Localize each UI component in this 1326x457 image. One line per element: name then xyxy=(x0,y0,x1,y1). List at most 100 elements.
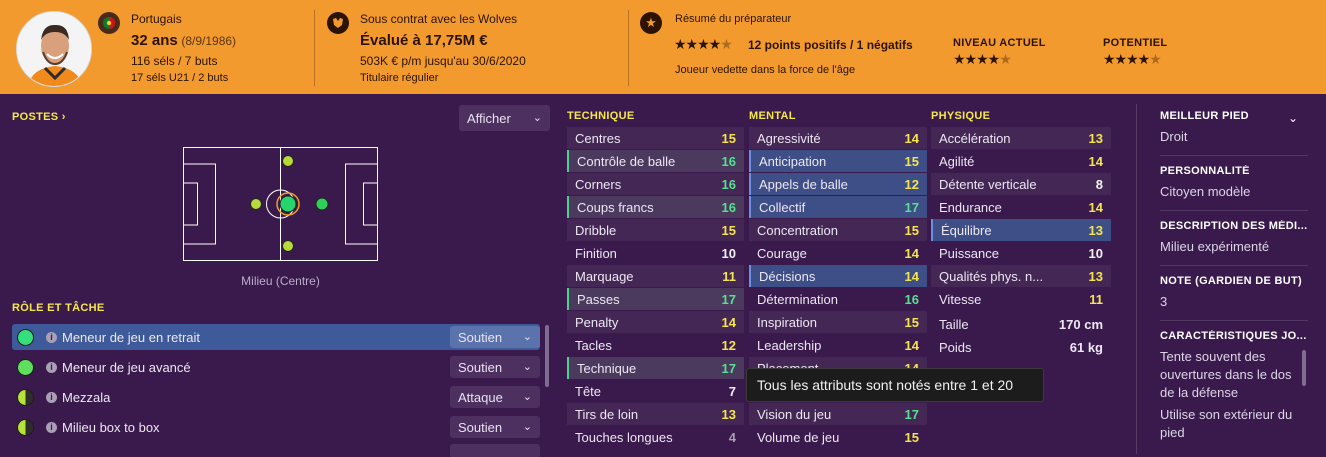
attribute-value: 10 xyxy=(721,245,736,261)
attribute-name: Vitesse xyxy=(939,291,982,307)
attribute-row[interactable]: Appels de balle 12 xyxy=(749,173,927,195)
age-line: 32 ans (8/9/1986) xyxy=(131,32,236,51)
international-caps: 116 séls / 7 buts xyxy=(131,54,218,68)
positions-title-text: POSTES xyxy=(12,111,59,123)
attribute-row[interactable]: Détermination 16 xyxy=(749,288,927,310)
attribute-row[interactable]: Passes 17 xyxy=(567,288,744,310)
role-row[interactable]: i Milieu box to box Soutien ⌄ xyxy=(12,414,540,440)
info-icon[interactable]: i xyxy=(46,361,57,373)
info-icon[interactable]: i xyxy=(46,331,57,343)
attribute-row[interactable]: Tacles 12 xyxy=(567,334,744,356)
attribute-row[interactable]: Détente verticale 8 xyxy=(931,173,1111,195)
role-row[interactable]: i Mezzala Attaque ⌄ xyxy=(12,384,540,410)
attribute-row[interactable]: Coups francs 16 xyxy=(567,196,744,218)
chevron-down-icon[interactable]: ⌄ xyxy=(1288,111,1298,125)
attribute-row[interactable]: Touches longues 4 xyxy=(567,426,744,448)
attribute-value: 8 xyxy=(1095,176,1103,192)
role-rating-dot xyxy=(17,358,34,376)
attribute-row[interactable]: Vitesse 11 xyxy=(931,288,1111,310)
attribute-row[interactable]: Technique 17 xyxy=(567,357,744,379)
report-summary[interactable]: 12 points positifs / 1 négatifs xyxy=(748,38,913,53)
attribute-row[interactable]: Agressivité 14 xyxy=(749,127,927,149)
technique-title: TECHNIQUE xyxy=(567,110,635,122)
attribute-value: 14 xyxy=(904,337,919,353)
attribute-row[interactable]: Contrôle de balle 16 xyxy=(567,150,744,172)
best-foot-block: MEILLEUR PIED Droit xyxy=(1160,110,1308,146)
sidebar-scrollbar[interactable] xyxy=(1302,350,1306,386)
weight-value: 61 kg xyxy=(1069,340,1103,355)
attribute-row[interactable]: Qualités phys. n... 13 xyxy=(931,265,1111,287)
attribute-row[interactable]: Volume de jeu 15 xyxy=(749,426,927,448)
attribute-row[interactable]: Accélération 13 xyxy=(931,127,1111,149)
attribute-value: 14 xyxy=(904,268,919,284)
role-row[interactable] xyxy=(12,444,540,457)
attribute-row[interactable]: Équilibre 13 xyxy=(931,219,1111,241)
pitch-caption: Milieu (Centre) xyxy=(241,274,320,288)
attribute-value: 11 xyxy=(722,268,736,284)
position-pitch xyxy=(183,147,378,261)
attribute-value: 14 xyxy=(1088,199,1103,215)
attribute-row[interactable]: Vision du jeu 17 xyxy=(749,403,927,425)
role-row[interactable]: i Meneur de jeu avancé Soutien ⌄ xyxy=(12,354,540,380)
attribute-value: 14 xyxy=(721,314,736,330)
show-dropdown-button[interactable]: Afficher ⌄ xyxy=(459,105,550,131)
role-name: Meneur de jeu avancé xyxy=(62,359,191,375)
personality-block: PERSONNALITÉ Citoyen modèle xyxy=(1160,165,1308,201)
attribute-row[interactable]: Inspiration 15 xyxy=(749,311,927,333)
attribute-value: 15 xyxy=(904,429,919,445)
roles-scrollbar[interactable] xyxy=(545,325,549,387)
attribute-name: Tête xyxy=(575,383,602,399)
duty-dropdown[interactable]: Attaque ⌄ xyxy=(450,386,540,408)
attribute-row[interactable]: Anticipation 15 xyxy=(749,150,927,172)
attribute-name: Concentration xyxy=(757,222,838,238)
role-row[interactable]: i Meneur de jeu en retrait Soutien ⌄ xyxy=(12,324,540,350)
attribute-name: Touches longues xyxy=(575,429,673,445)
attribute-row[interactable]: Agilité 14 xyxy=(931,150,1111,172)
attribute-name: Agressivité xyxy=(757,130,821,146)
position-dot-amc xyxy=(282,240,294,252)
attribute-row[interactable]: Tête 7 xyxy=(567,380,744,402)
attribute-name: Dribble xyxy=(575,222,617,238)
attribute-value: 15 xyxy=(904,222,919,238)
attribute-name: Qualités phys. n... xyxy=(939,268,1044,284)
attribute-row[interactable]: Puissance 10 xyxy=(931,242,1111,264)
positions-title[interactable]: POSTES › xyxy=(12,111,66,123)
attribute-value: 15 xyxy=(721,222,736,238)
attribute-row[interactable]: Décisions 14 xyxy=(749,265,927,287)
attribute-value: 12 xyxy=(721,337,736,353)
attribute-row[interactable]: Concentration 15 xyxy=(749,219,927,241)
attribute-row[interactable]: Tirs de loin 13 xyxy=(567,403,744,425)
sidebar-separator xyxy=(1160,265,1308,266)
attribute-row[interactable]: Courage 14 xyxy=(749,242,927,264)
traits-title: CARACTÉRISTIQUES JO... xyxy=(1160,330,1307,342)
sidebar-separator xyxy=(1160,155,1308,156)
duty-dropdown[interactable]: Soutien ⌄ xyxy=(450,326,540,348)
birthdate: (8/9/1986) xyxy=(181,34,237,48)
role-rating-dot xyxy=(17,328,34,346)
duty-dropdown[interactable] xyxy=(450,444,540,457)
attribute-row[interactable]: Corners 16 xyxy=(567,173,744,195)
attribute-row[interactable]: Dribble 15 xyxy=(567,219,744,241)
attribute-row[interactable]: Leadership 14 xyxy=(749,334,927,356)
attribute-row[interactable]: Marquage 11 xyxy=(567,265,744,287)
attribute-row[interactable]: Collectif 17 xyxy=(749,196,927,218)
info-icon[interactable]: i xyxy=(46,391,57,403)
gk-rating-value: 3 xyxy=(1160,294,1168,309)
attribute-row[interactable]: Finition 10 xyxy=(567,242,744,264)
role-name: Meneur de jeu en retrait xyxy=(62,329,201,345)
attribute-name: Détente verticale xyxy=(939,176,1037,192)
personality-title: PERSONNALITÉ xyxy=(1160,165,1250,177)
info-icon[interactable]: i xyxy=(46,421,57,433)
attribute-name: Détermination xyxy=(757,291,838,307)
attribute-row[interactable]: Endurance 14 xyxy=(931,196,1111,218)
duty-dropdown[interactable]: Soutien ⌄ xyxy=(450,416,540,438)
duty-label: Soutien xyxy=(458,329,503,345)
attribute-value: 13 xyxy=(1088,268,1103,284)
star-badge-icon: ★ xyxy=(640,12,662,34)
attribute-value: 16 xyxy=(721,199,736,215)
role-name: Mezzala xyxy=(62,389,111,405)
attribute-row[interactable]: Centres 15 xyxy=(567,127,744,149)
attribute-row[interactable]: Penalty 14 xyxy=(567,311,744,333)
duty-dropdown[interactable]: Soutien ⌄ xyxy=(450,356,540,378)
attribute-value: 7 xyxy=(728,383,736,399)
